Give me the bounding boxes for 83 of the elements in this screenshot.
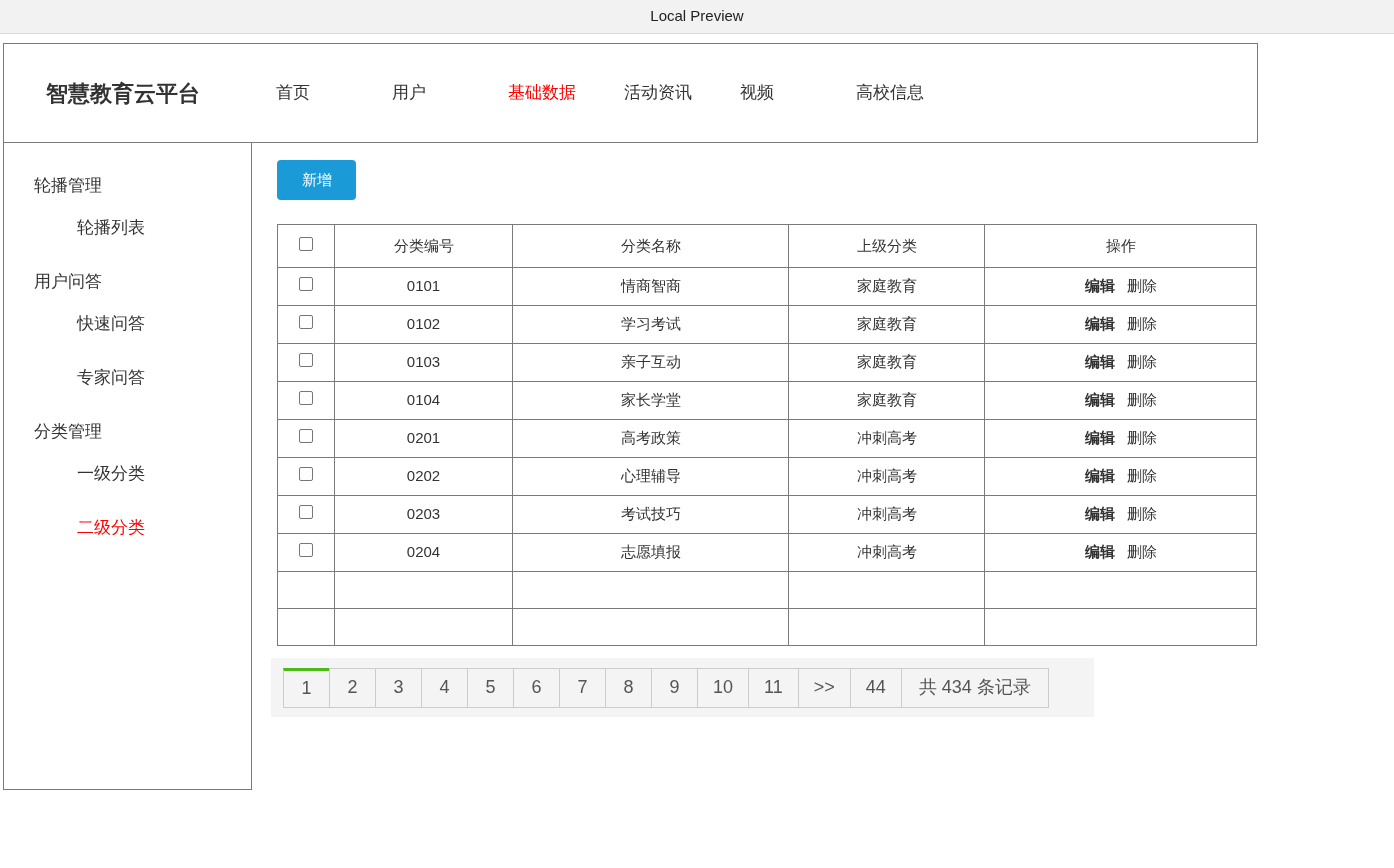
table-cell: 家庭教育 [788, 267, 985, 306]
table-cell: 志愿填报 [512, 533, 789, 572]
action-link[interactable]: 删除 [1126, 543, 1157, 561]
table-cell: 家庭教育 [788, 381, 985, 420]
action-link[interactable]: 编辑 [1084, 467, 1115, 485]
checkbox[interactable] [299, 429, 313, 444]
brand-title: 智慧教育云平台 [46, 79, 201, 108]
sidebar-item[interactable]: 快速问答 [77, 311, 145, 339]
page-button[interactable]: 8 [605, 667, 652, 708]
page-button[interactable]: 3 [375, 667, 422, 708]
table-cell: 冲刺高考 [788, 419, 985, 458]
checkbox[interactable] [299, 505, 313, 520]
action-link[interactable]: 删除 [1126, 391, 1157, 409]
action-link[interactable]: 编辑 [1084, 543, 1115, 561]
table-cell: 高考政策 [512, 419, 789, 458]
checkbox[interactable] [299, 353, 313, 368]
column-header: 分类编号 [334, 224, 513, 268]
sidebar-item[interactable]: 轮播列表 [77, 215, 145, 243]
page-button[interactable]: 9 [651, 667, 698, 708]
window-title: Local Preview [650, 6, 744, 27]
sidebar-group-title: 分类管理 [34, 421, 103, 443]
page-button[interactable]: 5 [467, 667, 514, 708]
action-link[interactable]: 删除 [1126, 353, 1157, 371]
action-link[interactable]: 删除 [1126, 315, 1157, 333]
action-link[interactable]: 删除 [1126, 467, 1157, 485]
table-cell: 0204 [334, 533, 513, 572]
action-link[interactable]: 编辑 [1084, 315, 1115, 333]
table-cell: 0101 [334, 267, 513, 306]
action-link[interactable]: 编辑 [1084, 277, 1115, 295]
action-link[interactable]: 删除 [1126, 277, 1157, 295]
column-header: 操作 [984, 224, 1257, 268]
table-cell: 学习考试 [512, 305, 789, 344]
nav-link[interactable]: 高校信息 [856, 80, 926, 106]
nav-link[interactable]: 首页 [276, 80, 346, 106]
checkbox[interactable] [299, 543, 313, 558]
sidebar-item[interactable]: 专家问答 [77, 365, 145, 393]
table-cell: 0104 [334, 381, 513, 420]
action-link[interactable]: 删除 [1126, 505, 1157, 523]
table-cell: 心理辅导 [512, 457, 789, 496]
column-header: 分类名称 [512, 224, 789, 268]
table-cell: 0102 [334, 305, 513, 344]
page-button[interactable]: 6 [513, 667, 560, 708]
table-cell: 0103 [334, 343, 513, 382]
page-button[interactable]: 10 [697, 667, 750, 708]
checkbox[interactable] [299, 391, 313, 406]
table-cell: 家长学堂 [512, 381, 789, 420]
table-cell: 0202 [334, 457, 513, 496]
page-button[interactable]: 2 [329, 667, 376, 708]
table-cell: 情商智商 [512, 267, 789, 306]
page-button[interactable]: 1 [283, 667, 330, 708]
action-link[interactable]: 编辑 [1084, 429, 1115, 447]
table-cell: 家庭教育 [788, 305, 985, 344]
record-count: 共 434 条记录 [900, 667, 1049, 708]
sidebar-group-title: 轮播管理 [34, 175, 103, 197]
action-link[interactable]: 编辑 [1084, 391, 1115, 409]
page-button[interactable]: 44 [849, 667, 902, 708]
nav-link[interactable]: 视频 [740, 80, 810, 106]
action-link[interactable]: 编辑 [1084, 505, 1115, 523]
page-button[interactable]: >> [797, 667, 851, 708]
checkbox[interactable] [299, 236, 313, 251]
table-cell: 0203 [334, 495, 513, 534]
table-cell: 冲刺高考 [788, 533, 985, 572]
nav-link[interactable]: 活动资讯 [624, 80, 694, 106]
page-button[interactable]: 11 [748, 667, 799, 708]
sidebar-group-title: 用户问答 [34, 271, 103, 293]
page-button[interactable]: 7 [559, 667, 606, 708]
table-cell: 亲子互动 [512, 343, 789, 382]
table-cell: 冲刺高考 [788, 457, 985, 496]
checkbox[interactable] [299, 467, 313, 482]
table-cell: 0201 [334, 419, 513, 458]
sidebar-item[interactable]: 二级分类 [77, 515, 145, 543]
table-cell: 冲刺高考 [788, 495, 985, 534]
table-cell: 考试技巧 [512, 495, 789, 534]
nav-link[interactable]: 基础数据 [508, 80, 578, 106]
table-cell: 家庭教育 [788, 343, 985, 382]
checkbox[interactable] [299, 315, 313, 330]
checkbox[interactable] [299, 277, 313, 292]
action-link[interactable]: 删除 [1126, 429, 1157, 447]
page-button[interactable]: 4 [421, 667, 468, 708]
nav-link[interactable]: 用户 [392, 80, 462, 106]
action-link[interactable]: 编辑 [1084, 353, 1115, 371]
sidebar-item[interactable]: 一级分类 [77, 461, 145, 489]
column-header: 上级分类 [788, 224, 985, 268]
